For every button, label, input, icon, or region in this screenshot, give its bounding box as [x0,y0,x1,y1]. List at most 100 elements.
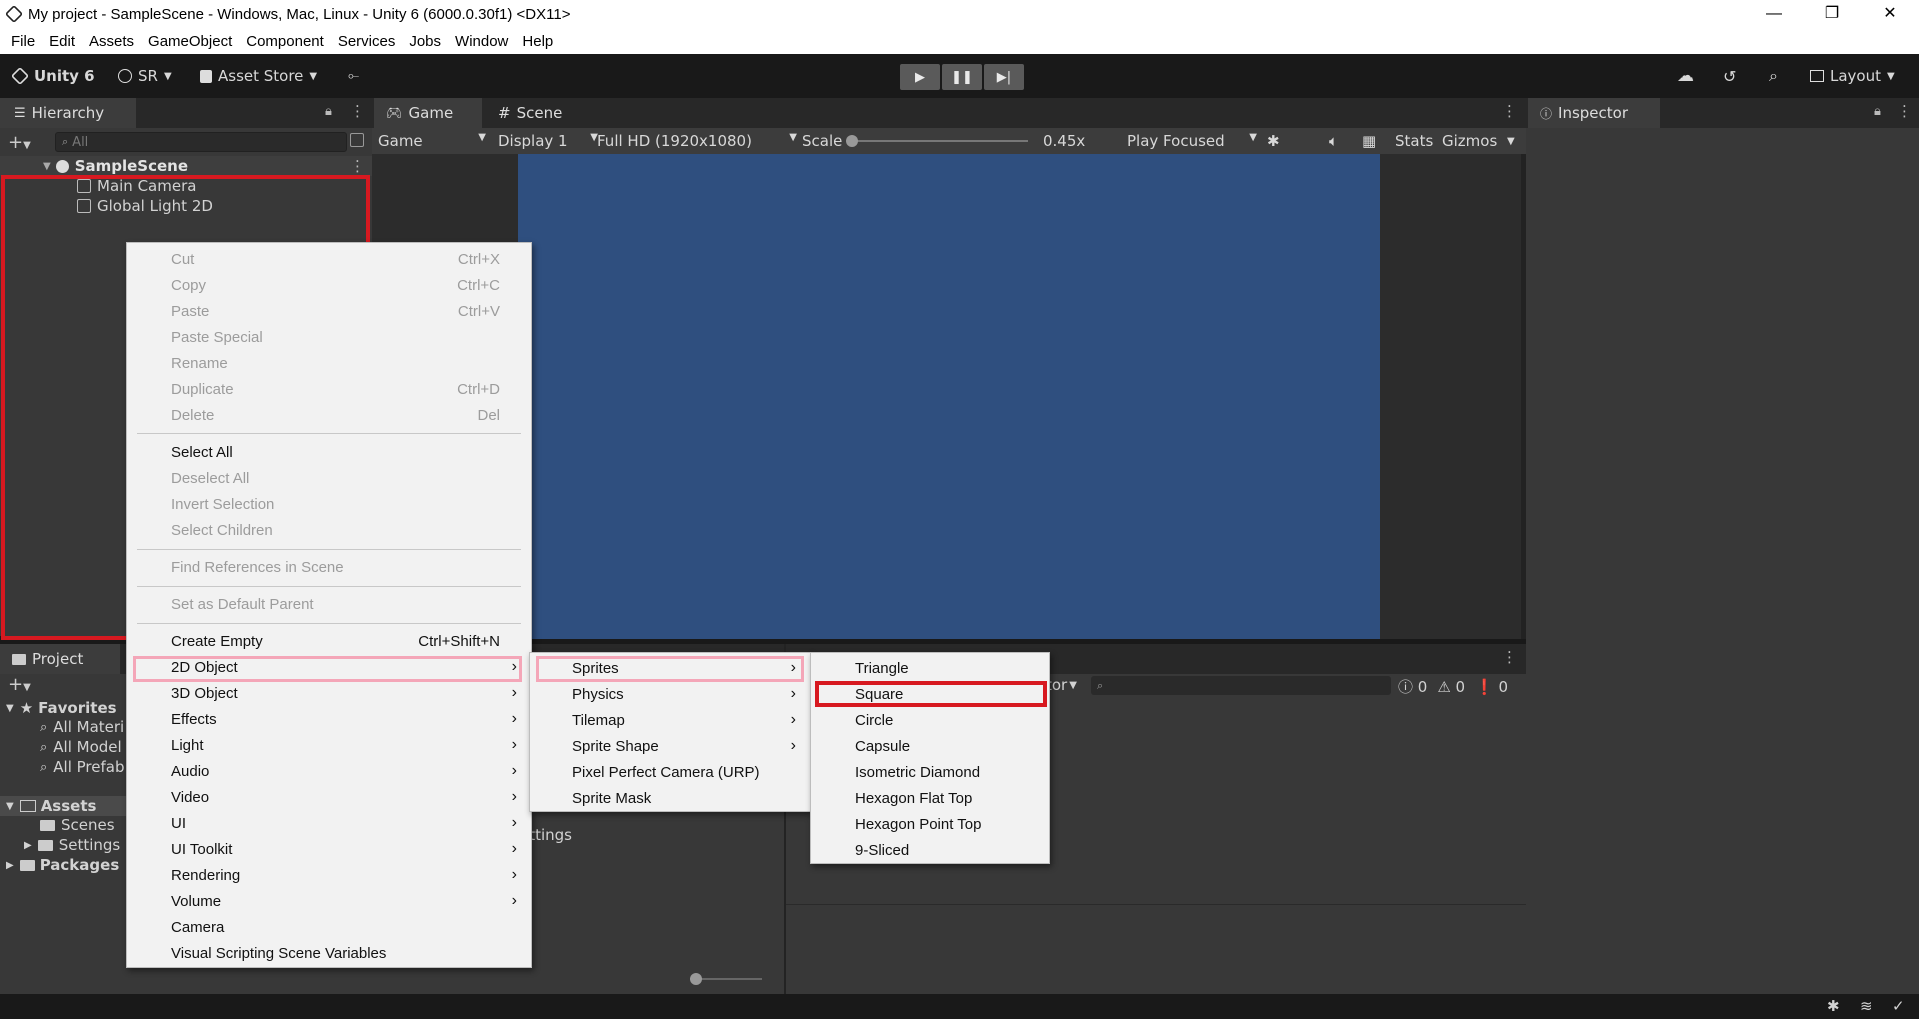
pause-button[interactable]: ❚❚ [942,64,982,90]
more-options-icon[interactable]: ⋮ [350,102,365,120]
packages-item[interactable]: ▶ Packages [6,856,119,874]
menu-item-select-all[interactable]: Select All [127,440,531,464]
menu-item-video[interactable]: Video › [127,785,531,809]
sprite-item-circle[interactable]: Circle [811,708,1049,732]
stats-button[interactable]: Stats [1395,132,1433,150]
list-item-label: All Materi [53,718,125,736]
submenu-item-physics[interactable]: Physics › [530,682,810,706]
sprite-item-triangle[interactable]: Triangle [811,656,1049,680]
check-icon[interactable]: ✓ [1892,997,1905,1015]
submenu-item-pixel-perfect-camera-urp[interactable]: Pixel Perfect Camera (URP) [530,760,810,784]
layout-dropdown[interactable]: Layout ▼ [1810,54,1895,98]
more-options-icon[interactable]: ⋮ [1502,102,1517,120]
menu-item-volume[interactable]: Volume › [127,889,531,913]
sprite-item-9-sliced[interactable]: 9-Sliced [811,838,1049,862]
list-item[interactable]: ⌕ All Prefab [40,758,125,776]
menu-file[interactable]: File [4,33,42,50]
list-item[interactable]: ⌕ All Model [40,738,122,756]
menu-item-label: Visual Scripting Scene Variables [171,944,387,962]
account-dropdown[interactable]: SR ▼ [118,54,172,98]
tab-project[interactable]: Project [0,644,120,674]
scale-slider[interactable] [846,135,1028,147]
warning-count-button[interactable]: ⚠ 0 [1437,678,1465,696]
list-item[interactable]: ▶ Settings [24,836,120,854]
cache-icon[interactable]: ≋ [1860,997,1873,1015]
cloud-icon[interactable]: ☁ [1677,54,1694,98]
menu-jobs[interactable]: Jobs [402,33,448,50]
gizmos-dropdown-icon[interactable]: ▼ [1507,136,1515,147]
hierarchy-search-input[interactable]: ⌕ All [55,132,347,152]
favorites-item[interactable]: ▼ ★ Favorites [0,698,130,718]
sprite-item-isometric-diamond[interactable]: Isometric Diamond [811,760,1049,784]
gizmos-button[interactable]: Gizmos [1442,132,1497,150]
scene-row[interactable]: ▼ SampleScene [0,156,372,176]
packages-label: Packages [39,856,120,874]
lock-icon[interactable]: 🔒︎ [1874,104,1881,119]
zoom-slider-thumb[interactable] [690,973,702,985]
console-dropdown[interactable]: tor ▼ [1046,676,1077,694]
game-render-viewport[interactable] [518,154,1380,639]
menu-component[interactable]: Component [239,33,331,50]
menu-assets[interactable]: Assets [82,33,141,50]
error-count-button[interactable]: ❗ 0 [1475,678,1508,696]
menu-item-visual-scripting-scene-variables[interactable]: Visual Scripting Scene Variables [127,941,531,965]
grid-icon[interactable]: ▦ [1362,132,1376,150]
assets-item[interactable]: ▼ Assets [0,796,130,816]
asset-store-dropdown[interactable]: Asset Store ▼ [200,54,317,98]
list-item[interactable]: ⌕ All Materi [40,718,124,736]
sprite-item-capsule[interactable]: Capsule [811,734,1049,758]
tab-game[interactable]: 🎮︎ Game [374,98,482,128]
more-options-icon[interactable]: ⋮ [1897,102,1912,120]
search-icon[interactable]: ⌕ [1769,54,1778,98]
menu-item-light[interactable]: Light › [127,733,531,757]
menu-services[interactable]: Services [331,33,403,50]
submenu-item-sprite-shape[interactable]: Sprite Shape › [530,734,810,758]
audio-icon[interactable]: 🔈︎ [1329,132,1338,150]
sprite-item-hexagon-flat-top[interactable]: Hexagon Flat Top [811,786,1049,810]
lock-icon[interactable]: 🔒︎ [325,104,332,119]
sprite-item-hexagon-point-top[interactable]: Hexagon Point Top [811,812,1049,836]
tab-hierarchy[interactable]: ☰ Hierarchy [0,98,136,128]
debug-icon[interactable]: ✱ [1827,997,1840,1015]
info-count-button[interactable]: ⓘ 0 [1398,676,1427,697]
menu-item-camera[interactable]: Camera [127,915,531,939]
menu-item-create-empty[interactable]: Create Empty Ctrl+Shift+N [127,629,531,653]
zoom-slider[interactable] [690,973,762,985]
menu-item-audio[interactable]: Audio › [127,759,531,783]
account-icon [118,69,132,83]
scene-visibility-icon[interactable] [350,133,364,147]
version-control-icon[interactable]: ⟜ [348,54,359,98]
bug-icon[interactable]: ✱ [1267,132,1280,150]
menu-item-ui-toolkit[interactable]: UI Toolkit › [127,837,531,861]
menu-help[interactable]: Help [515,33,560,50]
play-mode-dropdown[interactable]: Play Focused ▼ [1127,132,1257,150]
tab-inspector[interactable]: ⓘ Inspector [1528,98,1660,128]
close-button[interactable]: ✕ [1861,0,1919,28]
submenu-item-sprite-mask[interactable]: Sprite Mask [530,786,810,810]
more-options-icon[interactable]: ⋮ [1502,648,1517,666]
create-add-button[interactable]: +▼ [8,132,31,153]
history-icon[interactable]: ↺ [1723,54,1736,98]
display-mode-dropdown[interactable]: Game ▼ [378,132,486,150]
menu-gameobject[interactable]: GameObject [141,33,239,50]
menu-item-3d-object[interactable]: 3D Object › [127,681,531,705]
restore-button[interactable]: ❐ [1803,0,1861,28]
list-item[interactable]: Scenes [40,816,115,834]
unity-version-button[interactable]: Unity 6 [10,54,95,98]
console-search-input[interactable]: ⌕ [1091,676,1391,695]
scale-slider-thumb[interactable] [846,135,858,147]
menu-window[interactable]: Window [448,33,515,50]
resolution-dropdown[interactable]: Full HD (1920x1080) ▼ [597,132,797,150]
scene-more-icon[interactable]: ⋮ [350,157,365,175]
tab-scene[interactable]: # Scene [486,98,586,128]
submenu-item-tilemap[interactable]: Tilemap › [530,708,810,732]
menu-item-ui[interactable]: UI › [127,811,531,835]
create-add-button[interactable]: +▼ [8,674,31,695]
minimize-button[interactable]: — [1745,0,1803,28]
menu-item-effects[interactable]: Effects › [127,707,531,731]
menu-edit[interactable]: Edit [42,33,82,50]
menu-item-rendering[interactable]: Rendering › [127,863,531,887]
step-button[interactable]: ▶| [984,64,1024,90]
play-button[interactable]: ▶ [900,64,940,90]
display-dropdown[interactable]: Display 1 ▼ [498,132,598,150]
